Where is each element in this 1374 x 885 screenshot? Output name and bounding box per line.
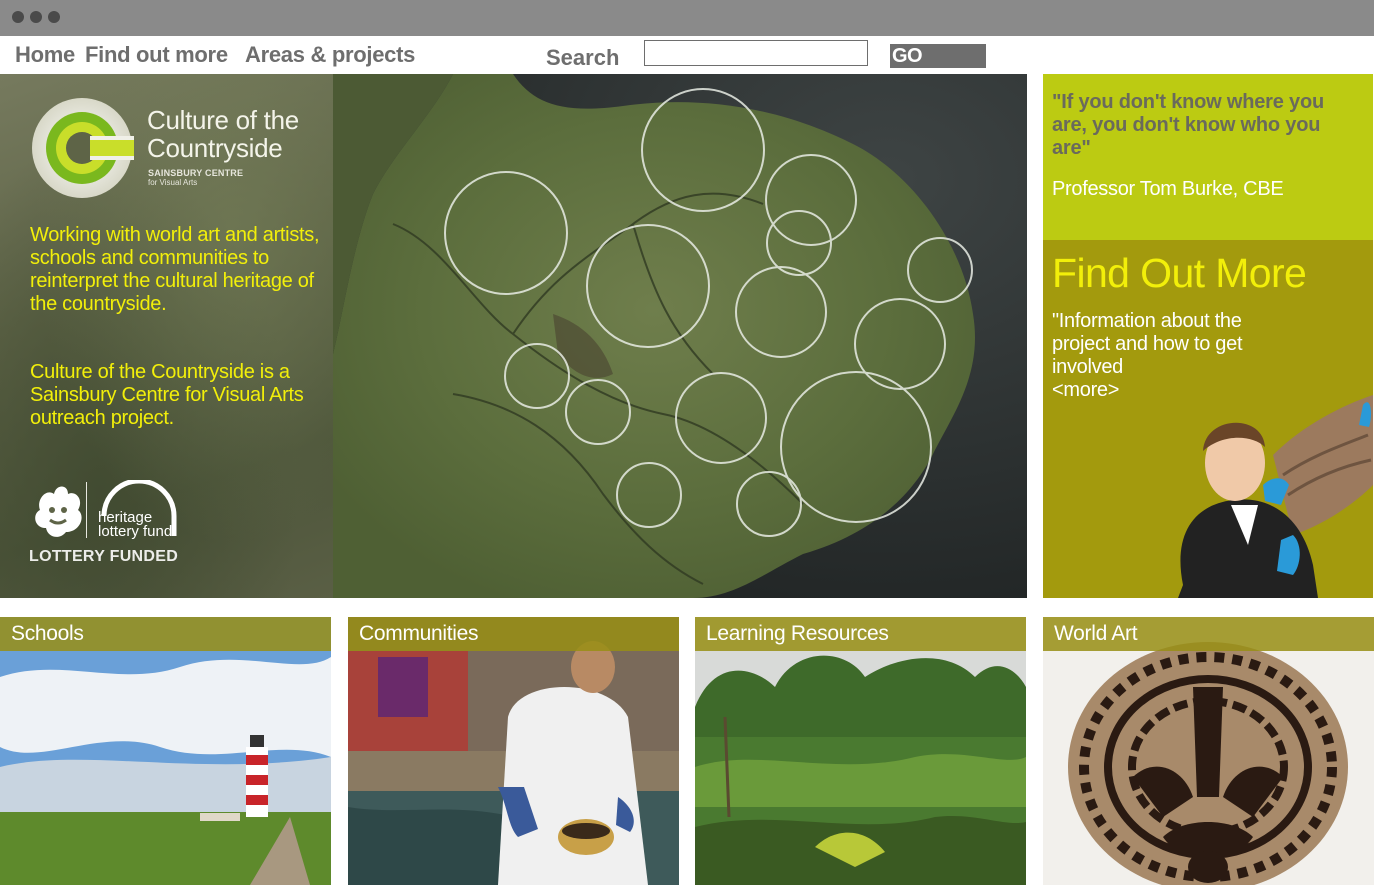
intro-text: Working with world art and artists, scho… bbox=[30, 224, 320, 315]
logo-title-line: Culture of the bbox=[147, 105, 299, 135]
hero-intro-panel: Culture of the Countryside SAINSBURY CEN… bbox=[0, 74, 333, 598]
logo-subtitle: for Visual Arts bbox=[148, 178, 198, 187]
logo-divider bbox=[86, 482, 87, 538]
tile-label: Learning Resources bbox=[706, 622, 889, 645]
nav-link-areas-projects[interactable]: Areas & projects bbox=[245, 42, 415, 68]
window-control-dot[interactable] bbox=[12, 11, 24, 23]
satellite-map-image bbox=[333, 74, 1027, 598]
heritage-lottery-fund-logo: heritage lottery fund bbox=[98, 480, 177, 540]
top-navigation: Home Find out more Areas & projects Sear… bbox=[0, 36, 1374, 74]
quote-text: "If you don't know where you are, you do… bbox=[1052, 91, 1324, 159]
search-label: Search bbox=[546, 45, 620, 70]
tile-header: Learning Resources bbox=[695, 617, 1026, 651]
carved-shield-photo bbox=[1043, 617, 1374, 885]
tile-label: Schools bbox=[11, 622, 84, 645]
window-control-dot[interactable] bbox=[30, 11, 42, 23]
logo-title-line: Countryside bbox=[147, 133, 283, 163]
lottery-funded-label: LOTTERY FUNDED bbox=[29, 548, 179, 565]
hlf-text: lottery fund bbox=[98, 523, 172, 540]
tile-world-art[interactable]: World Art bbox=[1043, 617, 1374, 885]
tile-header: Schools bbox=[0, 617, 331, 651]
logo-subtitle: SAINSBURY CENTRE bbox=[148, 168, 244, 178]
lighthouse-photo bbox=[0, 617, 331, 885]
nav-link-home[interactable]: Home bbox=[15, 42, 75, 68]
tile-communities[interactable]: Communities bbox=[348, 617, 679, 885]
tile-learning-resources[interactable]: Learning Resources bbox=[695, 617, 1026, 885]
tile-header: World Art bbox=[1043, 617, 1374, 651]
workshop-photo bbox=[348, 617, 679, 885]
tile-header: Communities bbox=[348, 617, 679, 651]
quote-author: Professor Tom Burke, CBE bbox=[1052, 178, 1284, 200]
find-out-more-panel[interactable]: Find Out More "Information about the pro… bbox=[1043, 240, 1373, 598]
tile-schools[interactable]: Schools bbox=[0, 617, 331, 885]
go-button[interactable]: GO bbox=[890, 44, 986, 68]
find-out-more-title[interactable]: Find Out More bbox=[1052, 250, 1307, 297]
tile-label: World Art bbox=[1054, 622, 1138, 645]
nav-link-find-out-more[interactable]: Find out more bbox=[85, 42, 228, 68]
areas-map[interactable] bbox=[333, 74, 1027, 598]
quote-panel: "If you don't know where you are, you do… bbox=[1043, 74, 1373, 240]
logo-title: Culture of the Countryside bbox=[147, 106, 299, 162]
boy-with-mask-photo bbox=[1178, 395, 1373, 598]
culture-of-countryside-logo bbox=[32, 98, 134, 198]
outreach-text: Culture of the Countryside is a Sainsbur… bbox=[30, 361, 304, 429]
plantation-photo bbox=[695, 617, 1026, 885]
more-link[interactable]: <more> bbox=[1052, 379, 1119, 402]
national-lottery-logo-icon bbox=[35, 486, 82, 537]
window-control-dot[interactable] bbox=[48, 11, 60, 23]
window-titlebar bbox=[0, 0, 1374, 36]
search-input[interactable] bbox=[644, 40, 868, 66]
tile-label: Communities bbox=[359, 622, 479, 645]
